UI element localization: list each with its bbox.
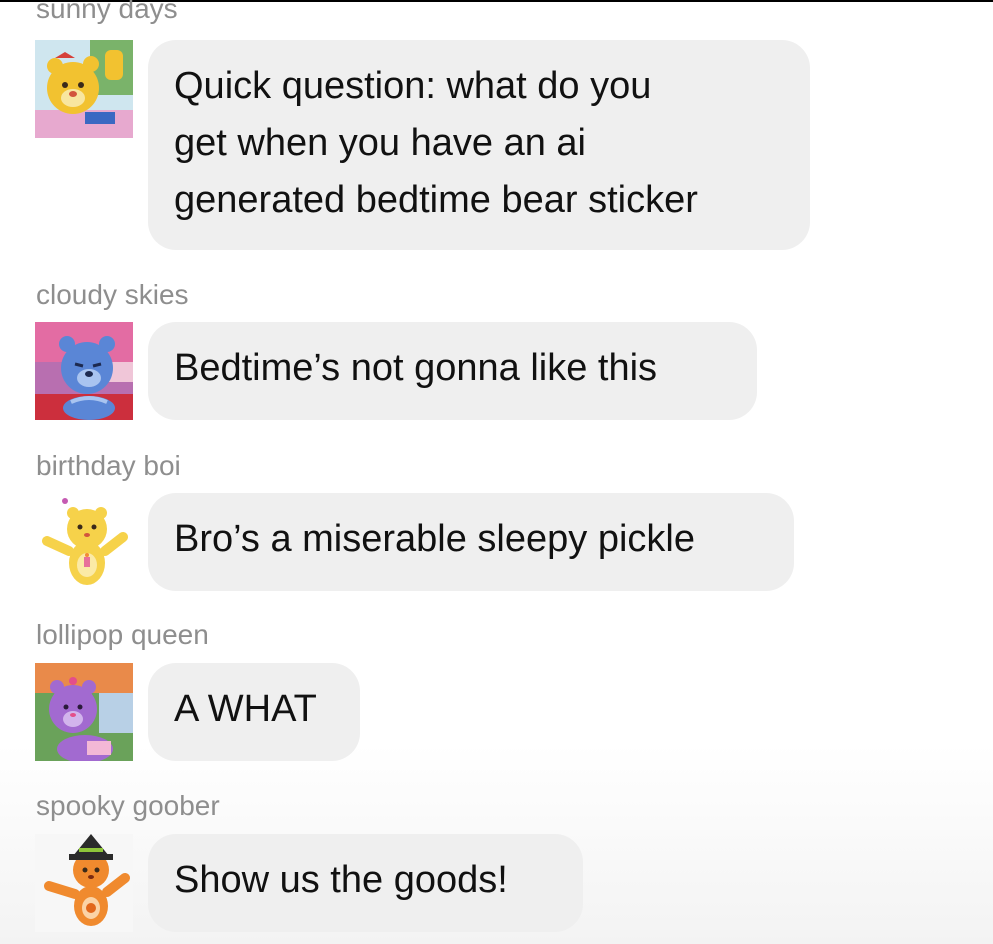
orange-witch-bear-avatar-image (35, 834, 133, 932)
message-bubble[interactable]: Show us the goods! (148, 834, 583, 932)
sender-name[interactable]: cloudy skies (36, 280, 189, 310)
sender-name[interactable]: lollipop queen (36, 620, 209, 650)
sender-name[interactable]: birthday boi (36, 451, 181, 481)
yellow-birthday-bear-avatar-image (35, 493, 133, 591)
blue-bear-avatar-image (35, 322, 133, 420)
yellow-bear-avatar-image (35, 40, 133, 138)
message-line: Bedtime’s not gonna like this (174, 347, 658, 389)
message-line: A WHAT (174, 688, 317, 730)
orange-witch-bear-avatar-icon[interactable] (35, 834, 133, 932)
purple-bear-avatar-image (35, 663, 133, 761)
sender-name[interactable]: sunny days (36, 0, 178, 24)
message-line: Bro’s a miserable sleepy pickle (174, 518, 695, 560)
message-thread[interactable]: sunny days Quick question: what do you g… (0, 0, 993, 944)
message-line: Quick question: what do you (174, 65, 652, 107)
message-bubble[interactable]: Bro’s a miserable sleepy pickle (148, 493, 794, 591)
message-line: get when you have an ai (174, 122, 586, 164)
blue-bear-avatar-icon[interactable] (35, 322, 133, 420)
message-line: generated bedtime bear sticker (174, 179, 698, 221)
sender-name[interactable]: spooky goober (36, 791, 220, 821)
message-bubble[interactable]: A WHAT (148, 663, 360, 761)
yellow-bear-avatar-icon[interactable] (35, 40, 133, 138)
message-bubble[interactable]: Bedtime’s not gonna like this (148, 322, 757, 420)
yellow-birthday-bear-avatar-icon[interactable] (35, 493, 133, 591)
message-bubble[interactable]: Quick question: what do you get when you… (148, 40, 810, 250)
message-line: Show us the goods! (174, 859, 508, 901)
purple-bear-avatar-icon[interactable] (35, 663, 133, 761)
